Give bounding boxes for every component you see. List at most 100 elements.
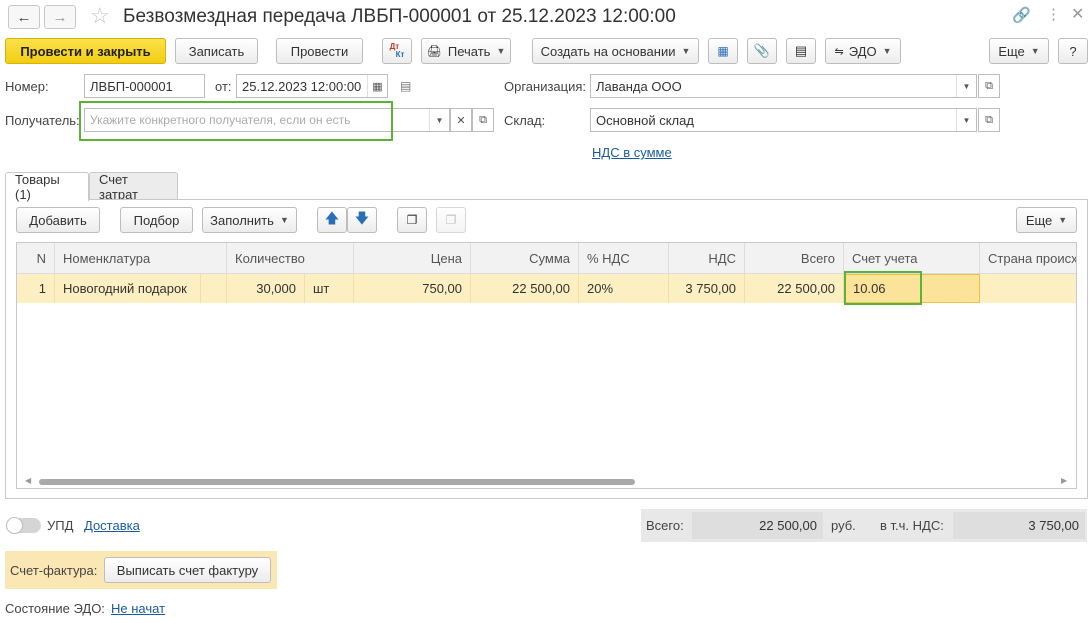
structure-button[interactable]: ▦ xyxy=(708,38,738,64)
selection-button[interactable]: Подбор xyxy=(120,207,193,233)
horizontal-scrollbar-thumb[interactable] xyxy=(39,479,635,485)
table-cell-quantity[interactable]: 30,000 xyxy=(227,274,305,303)
table-more-button[interactable]: Еще ▼ xyxy=(1016,207,1077,233)
help-button[interactable]: ? xyxy=(1058,38,1088,64)
more-vertical-icon[interactable]: ⋮ xyxy=(1046,5,1061,23)
scroll-left-icon[interactable]: ◀ xyxy=(25,476,31,485)
copy-icon: ❐ xyxy=(406,213,418,227)
column-header-account[interactable]: Счет учета xyxy=(844,243,980,274)
hierarchy-icon: ▦ xyxy=(717,44,729,58)
post-button[interactable]: Провести xyxy=(276,38,363,64)
more-button[interactable]: Еще ▼ xyxy=(989,38,1049,64)
column-header-vat-rate[interactable]: % НДС xyxy=(579,243,669,274)
chevron-down-icon[interactable]: ▼ xyxy=(956,109,976,131)
table-cell-characteristic[interactable] xyxy=(201,274,227,303)
paste-button[interactable]: ❐ xyxy=(436,207,466,233)
date-field[interactable]: 25.12.2023 12:00:00 ▦ xyxy=(236,74,388,98)
move-up-button[interactable]: 🡅 xyxy=(317,207,347,233)
column-header-sum[interactable]: Сумма xyxy=(471,243,579,274)
vat-in-amount-link[interactable]: НДС в сумме xyxy=(592,145,672,160)
open-recipient-button[interactable]: ⧉ xyxy=(472,108,494,132)
paperclip-icon: 📎 xyxy=(753,43,771,58)
table-cell-vat-rate[interactable]: 20% xyxy=(579,274,669,303)
document-list-icon: ▤ xyxy=(794,43,808,58)
favorite-star-icon[interactable]: ☆ xyxy=(90,3,110,29)
column-header-n[interactable]: N xyxy=(17,243,55,274)
column-header-vat[interactable]: НДС xyxy=(669,243,745,274)
table-cell-country[interactable] xyxy=(980,274,1076,303)
link-icon[interactable]: 🔗 xyxy=(1012,6,1031,24)
open-organization-button[interactable]: ⧉ xyxy=(978,74,1000,98)
edo-button[interactable]: ⇋ ЭДО ▼ xyxy=(825,38,901,64)
tab-cost-account[interactable]: Счет затрат xyxy=(89,172,178,202)
move-down-button[interactable]: 🡇 xyxy=(347,207,377,233)
forward-button[interactable]: → xyxy=(44,5,76,29)
toggle-knob xyxy=(6,517,23,534)
edo-status-label: Состояние ЭДО: xyxy=(5,601,105,616)
print-button[interactable]: 🖨 Печать ▼ xyxy=(421,38,511,64)
close-icon[interactable]: ✕ xyxy=(1071,4,1084,24)
clear-recipient-button[interactable]: ✕ xyxy=(450,108,472,132)
arrow-left-icon: ← xyxy=(16,8,32,26)
table-cell-total[interactable]: 22 500,00 xyxy=(745,274,844,303)
edo-icon: ⇋ xyxy=(834,45,844,58)
chevron-down-icon: ▼ xyxy=(681,46,691,56)
column-header-total[interactable]: Всего xyxy=(745,243,844,274)
column-header-nomenclature[interactable]: Номенклатура xyxy=(55,243,227,274)
delivery-link[interactable]: Доставка xyxy=(84,518,140,533)
open-warehouse-button[interactable]: ⧉ xyxy=(978,108,1000,132)
organization-label: Организация: xyxy=(504,79,587,94)
warehouse-field[interactable]: Основной склад ▼ xyxy=(590,108,977,132)
calendar-icon[interactable]: ▦ xyxy=(367,75,387,97)
dt-kt-icon: Дт Кт xyxy=(389,42,405,59)
create-based-on-button[interactable]: Создать на основании ▼ xyxy=(532,38,699,64)
table-cell-account[interactable]: 10.06 xyxy=(844,274,980,303)
table-cell-vat[interactable]: 3 750,00 xyxy=(669,274,745,303)
chevron-down-icon[interactable]: ▼ xyxy=(429,109,449,131)
open-window-icon: ⧉ xyxy=(985,113,993,126)
upd-label: УПД xyxy=(47,518,74,533)
table-cell-n[interactable]: 1 xyxy=(17,274,55,303)
chevron-down-icon: ▼ xyxy=(279,215,289,225)
chevron-down-icon: ▼ xyxy=(882,46,892,56)
page-title: Безвозмездная передача ЛВБП-000001 от 25… xyxy=(123,6,676,27)
column-header-country[interactable]: Страна происх xyxy=(980,243,1076,274)
close-icon: ✕ xyxy=(456,114,466,127)
add-row-button[interactable]: Добавить xyxy=(16,207,100,233)
report-button[interactable]: ▤ xyxy=(786,38,816,64)
table-cell-price[interactable]: 750,00 xyxy=(354,274,471,303)
table-cell-nomenclature[interactable]: Новогодний подарок xyxy=(55,274,201,303)
arrow-up-icon: 🡅 xyxy=(324,210,340,226)
chevron-down-icon: ▼ xyxy=(496,46,506,56)
column-header-price[interactable]: Цена xyxy=(354,243,471,274)
chevron-down-icon: ▼ xyxy=(1030,46,1040,56)
chevron-down-icon[interactable]: ▼ xyxy=(956,75,976,97)
post-and-close-button[interactable]: Провести и закрыть xyxy=(5,38,166,64)
recipient-label: Получатель: xyxy=(5,113,80,128)
scroll-right-icon[interactable]: ▶ xyxy=(1061,476,1067,485)
open-window-icon: ⧉ xyxy=(479,113,487,126)
upd-toggle[interactable] xyxy=(6,517,41,534)
back-button[interactable]: ← xyxy=(8,5,40,29)
save-button[interactable]: Записать xyxy=(175,38,258,64)
table-cell-unit[interactable]: шт xyxy=(305,274,354,303)
arrow-right-icon: → xyxy=(52,8,68,26)
arrow-down-icon: 🡇 xyxy=(354,210,370,226)
table-cell-sum[interactable]: 22 500,00 xyxy=(471,274,579,303)
date-label: от: xyxy=(215,79,232,94)
fill-button[interactable]: Заполнить ▼ xyxy=(202,207,297,233)
recipient-field[interactable]: Укажите конкретного получателя, если он … xyxy=(84,108,450,132)
issue-invoice-button[interactable]: Выписать счет фактуру xyxy=(104,557,271,583)
copy-button[interactable]: ❐ xyxy=(397,207,427,233)
organization-field[interactable]: Лаванда ООО ▼ xyxy=(590,74,977,98)
dt-kt-button[interactable]: Дт Кт xyxy=(382,38,412,64)
column-header-quantity[interactable]: Количество xyxy=(227,243,354,274)
comment-icon[interactable]: ▤ xyxy=(400,79,411,93)
number-field[interactable]: ЛВБП-000001 xyxy=(84,74,205,98)
attach-button[interactable]: 📎 xyxy=(747,38,777,64)
edo-status-link[interactable]: Не начат xyxy=(111,601,165,616)
goods-table: N Номенклатура Количество Цена Сумма % Н… xyxy=(16,242,1077,489)
chevron-down-icon: ▼ xyxy=(1058,215,1068,225)
total-label: Всего: xyxy=(646,518,684,533)
tab-goods[interactable]: Товары (1) xyxy=(5,172,89,202)
